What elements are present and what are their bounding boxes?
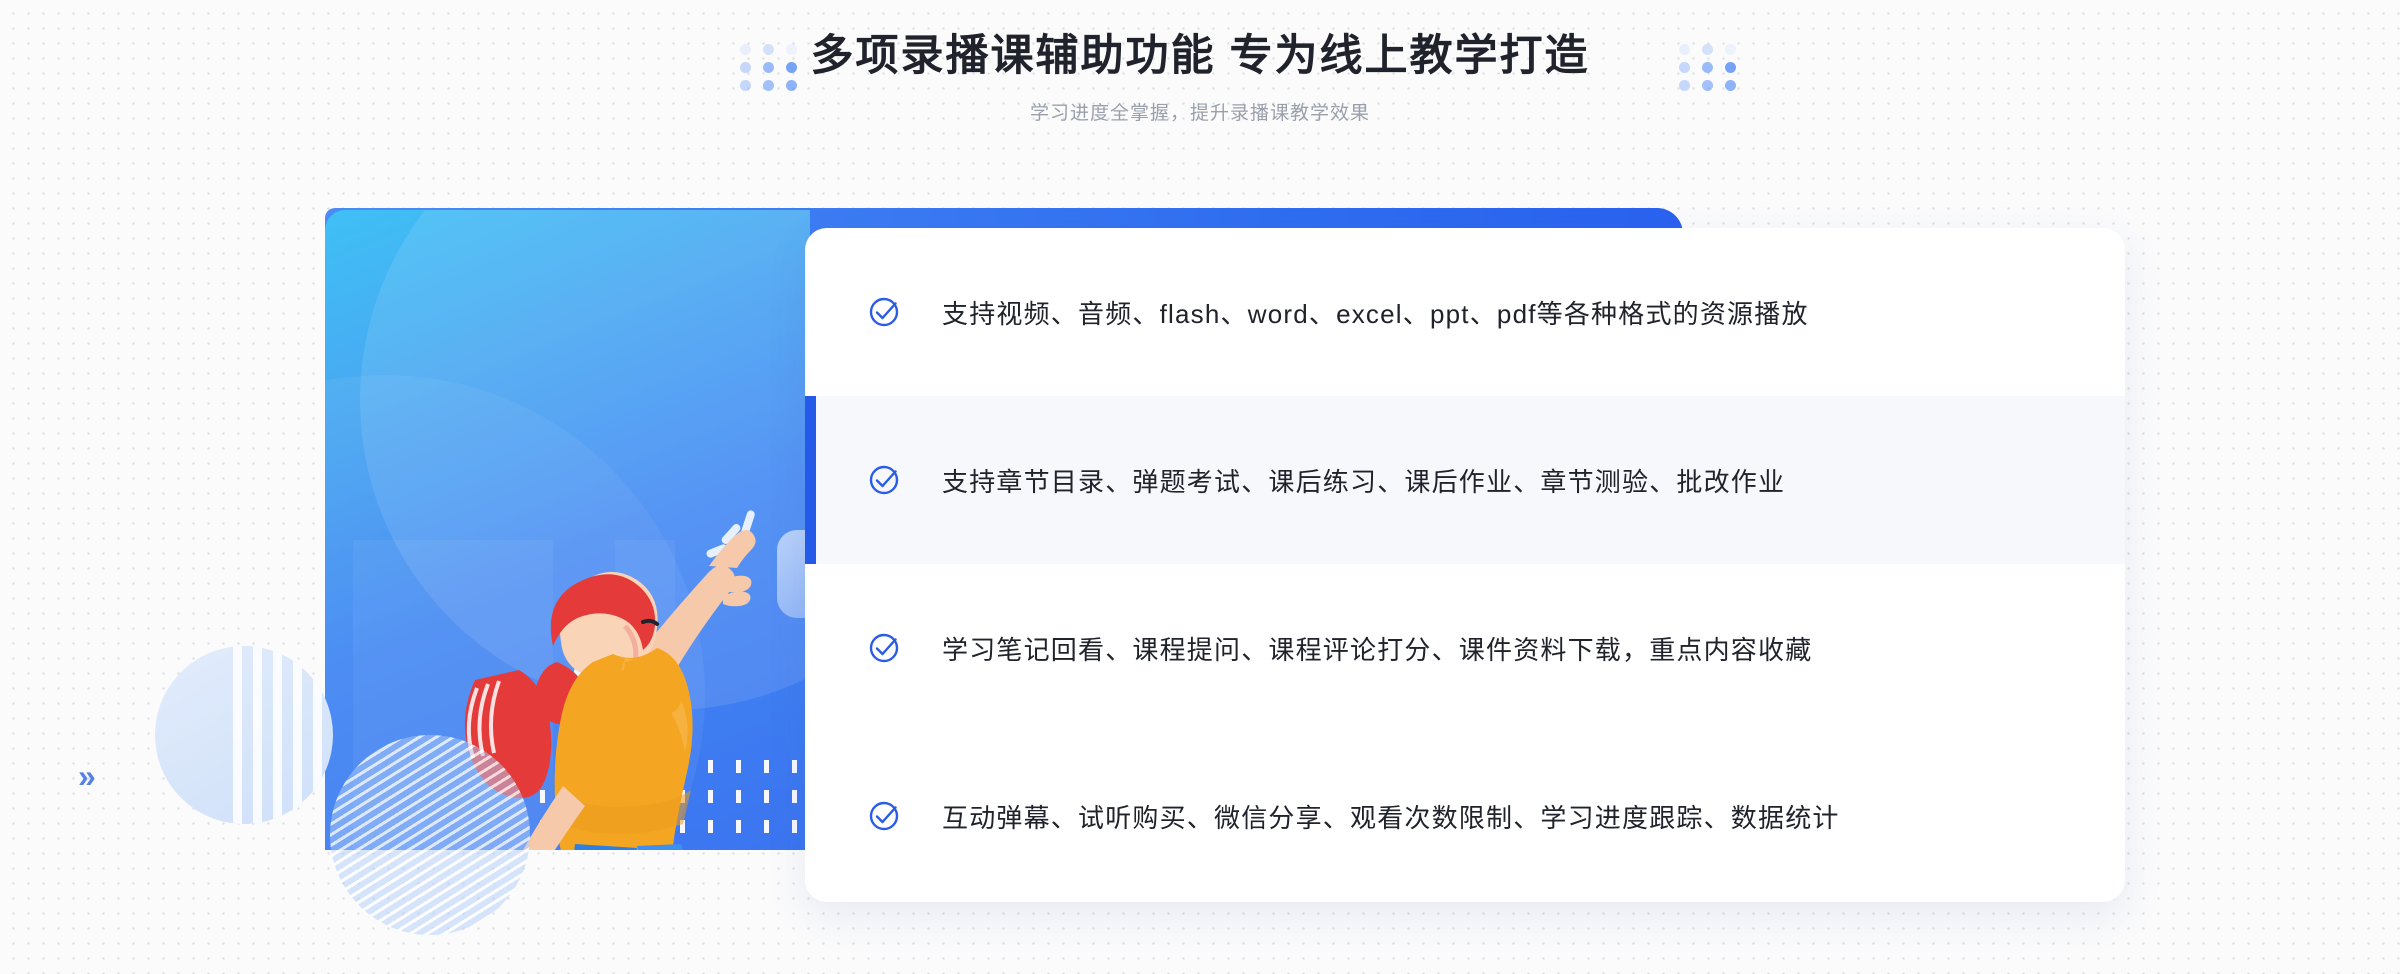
feature-text: 支持视频、音频、flash、word、excel、ppt、pdf等各种格式的资源… <box>942 298 1809 329</box>
feature-row[interactable]: 学习笔记回看、课程提问、课程评论打分、课件资料下载，重点内容收藏 <box>805 564 2125 732</box>
feature-row[interactable]: 互动弹幕、试听购买、微信分享、观看次数限制、学习进度跟踪、数据统计 <box>805 732 2125 900</box>
double-chevron-right-icon: » <box>78 758 96 794</box>
feature-card: 支持视频、音频、flash、word、excel、ppt、pdf等各种格式的资源… <box>805 228 2125 902</box>
page-title: 多项录播课辅助功能 专为线上教学打造 <box>810 32 1590 80</box>
feature-text: 学习笔记回看、课程提问、课程评论打分、课件资料下载，重点内容收藏 <box>942 634 1813 665</box>
check-circle-icon <box>868 800 900 832</box>
feature-text: 互动弹幕、试听购买、微信分享、观看次数限制、学习进度跟踪、数据统计 <box>942 802 1840 833</box>
feature-text: 支持章节目录、弹题考试、课后练习、课后作业、章节测验、批改作业 <box>942 466 1786 497</box>
feature-row[interactable]: 支持视频、音频、flash、word、excel、ppt、pdf等各种格式的资源… <box>805 228 2125 396</box>
decorative-hatched-circle <box>330 735 530 935</box>
page-header: 多项录播课辅助功能 专为线上教学打造 学习进度全掌握，提升录播课教学效果 <box>0 0 2400 170</box>
page-subtitle: 学习进度全掌握，提升录播课教学效果 <box>1029 102 1370 124</box>
feature-row[interactable]: 支持章节目录、弹题考试、课后练习、课后作业、章节测验、批改作业 <box>805 396 2125 564</box>
check-circle-icon <box>868 464 900 496</box>
check-circle-icon <box>868 632 900 664</box>
decorative-circle-stripes <box>155 646 333 824</box>
check-circle-icon <box>868 296 900 328</box>
